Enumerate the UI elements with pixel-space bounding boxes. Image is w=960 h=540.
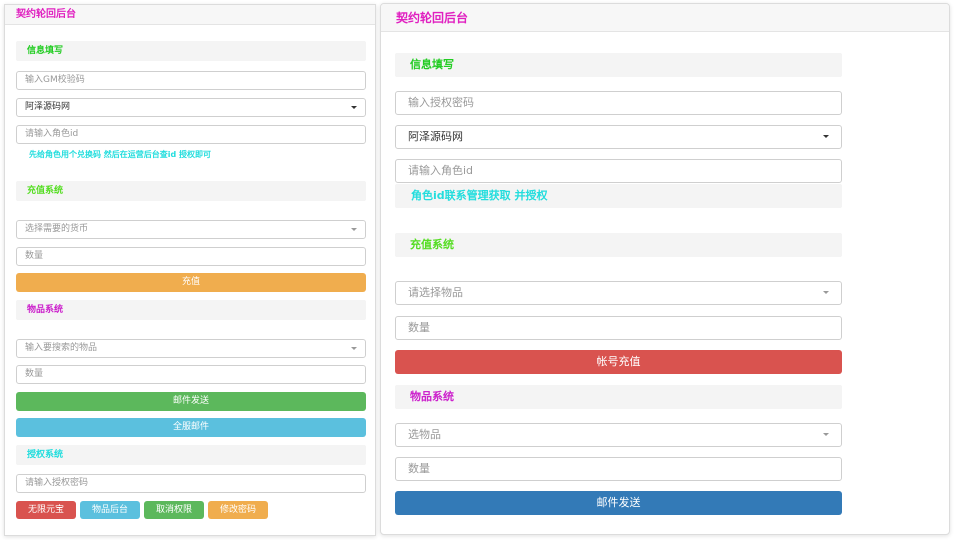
chevron-down-icon: [351, 106, 357, 109]
left-recharge-section-header: 充值系统: [16, 181, 366, 201]
left-all-server-mail-label: 全服邮件: [172, 422, 209, 432]
chevron-down-icon: [351, 228, 357, 231]
left-auth-section-header: 授权系统: [16, 445, 366, 465]
change-password-button[interactable]: 修改密码: [208, 501, 268, 519]
right-account-recharge-label: 帐号充值: [596, 355, 641, 368]
right-auth-password-input[interactable]: 输入授权密码: [395, 91, 842, 115]
right-item-quantity-placeholder: 数量: [408, 462, 430, 475]
chevron-down-icon: [823, 291, 829, 294]
left-panel-title: 契约轮回后台: [5, 5, 375, 25]
left-item-search-placeholder: 输入要搜索的物品: [25, 343, 98, 353]
left-item-search-select[interactable]: 输入要搜索的物品: [16, 339, 366, 358]
right-mail-send-label: 邮件发送: [596, 496, 641, 509]
chevron-down-icon: [351, 347, 357, 350]
left-currency-placeholder: 选择需要的货币: [25, 224, 89, 234]
left-server-select[interactable]: 阿泽源码网: [16, 98, 366, 117]
right-auth-password-placeholder: 输入授权密码: [408, 96, 474, 109]
left-auth-password-placeholder: 请输入授权密码: [25, 478, 89, 488]
revoke-permission-label: 取消权限: [155, 505, 192, 515]
change-password-label: 修改密码: [219, 505, 256, 515]
left-all-server-mail-button[interactable]: 全服邮件: [16, 418, 366, 437]
item-backend-button[interactable]: 物品后台: [80, 501, 140, 519]
left-role-id-placeholder: 请输入角色id: [25, 129, 79, 139]
right-info-hint: 角色id联系管理获取 并授权: [411, 189, 548, 202]
left-recharge-quantity-placeholder: 数量: [25, 251, 44, 261]
left-item-quantity-input[interactable]: 数量: [16, 365, 366, 384]
right-account-recharge-button[interactable]: 帐号充值: [395, 350, 842, 374]
left-gm-code-placeholder: 输入GM校验码: [25, 75, 85, 85]
right-items-section-header: 物品系统: [395, 385, 842, 409]
left-item-quantity-placeholder: 数量: [25, 369, 44, 379]
right-recharge-section-title: 充值系统: [410, 238, 454, 251]
chevron-down-icon: [823, 433, 829, 436]
left-auth-section-title: 授权系统: [27, 450, 64, 460]
revoke-permission-button[interactable]: 取消权限: [144, 501, 204, 519]
left-admin-panel: 契约轮回后台 信息填写 输入GM校验码 阿泽源码网 请输入角色id 先给角色用个…: [4, 4, 376, 536]
left-auth-password-input[interactable]: 请输入授权密码: [16, 474, 366, 493]
right-recharge-section-header: 充值系统: [395, 233, 842, 257]
left-currency-select[interactable]: 选择需要的货币: [16, 220, 366, 239]
left-items-section-title: 物品系统: [27, 305, 64, 315]
left-gm-code-input[interactable]: 输入GM校验码: [16, 71, 366, 90]
right-item-pick-select[interactable]: 选物品: [395, 423, 842, 447]
right-item-pick-placeholder: 选物品: [408, 428, 441, 441]
left-recharge-button[interactable]: 充值: [16, 273, 366, 292]
right-item-quantity-input[interactable]: 数量: [395, 457, 842, 481]
left-recharge-button-label: 充值: [181, 277, 200, 287]
right-item-select-placeholder: 请选择物品: [408, 286, 463, 299]
right-server-select-value: 阿泽源码网: [408, 130, 463, 143]
left-mail-send-label: 邮件发送: [172, 396, 209, 406]
left-mail-send-button[interactable]: 邮件发送: [16, 392, 366, 411]
right-role-id-placeholder: 请输入角色id: [408, 164, 474, 177]
left-items-section-header: 物品系统: [16, 300, 366, 320]
right-info-section-title: 信息填写: [410, 58, 454, 71]
right-info-hint-box: 角色id联系管理获取 并授权: [395, 184, 842, 208]
right-server-select[interactable]: 阿泽源码网: [395, 125, 842, 149]
chevron-down-icon: [823, 135, 829, 138]
left-info-hint: 先给角色用个兑换码 然后在运营后台查id 授权即可: [29, 150, 212, 159]
left-info-section-title: 信息填写: [27, 46, 64, 56]
unlimited-ingot-label: 无限元宝: [27, 505, 64, 515]
unlimited-ingot-button[interactable]: 无限元宝: [16, 501, 76, 519]
right-role-id-input[interactable]: 请输入角色id: [395, 159, 842, 183]
right-recharge-quantity-input[interactable]: 数量: [395, 316, 842, 340]
item-backend-label: 物品后台: [91, 505, 128, 515]
right-panel-title: 契约轮回后台: [381, 4, 949, 32]
left-server-select-value: 阿泽源码网: [25, 102, 71, 112]
left-role-id-input[interactable]: 请输入角色id: [16, 125, 366, 144]
left-recharge-section-title: 充值系统: [27, 186, 64, 196]
right-item-select[interactable]: 请选择物品: [395, 281, 842, 305]
left-info-section-header: 信息填写: [16, 41, 366, 61]
right-mail-send-button[interactable]: 邮件发送: [395, 491, 842, 515]
right-recharge-quantity-placeholder: 数量: [408, 321, 430, 334]
right-items-section-title: 物品系统: [410, 390, 454, 403]
left-recharge-quantity-input[interactable]: 数量: [16, 247, 366, 266]
right-admin-panel: 契约轮回后台 信息填写 输入授权密码 阿泽源码网 请输入角色id 角色id联系管…: [380, 3, 950, 535]
right-info-section-header: 信息填写: [395, 53, 842, 77]
